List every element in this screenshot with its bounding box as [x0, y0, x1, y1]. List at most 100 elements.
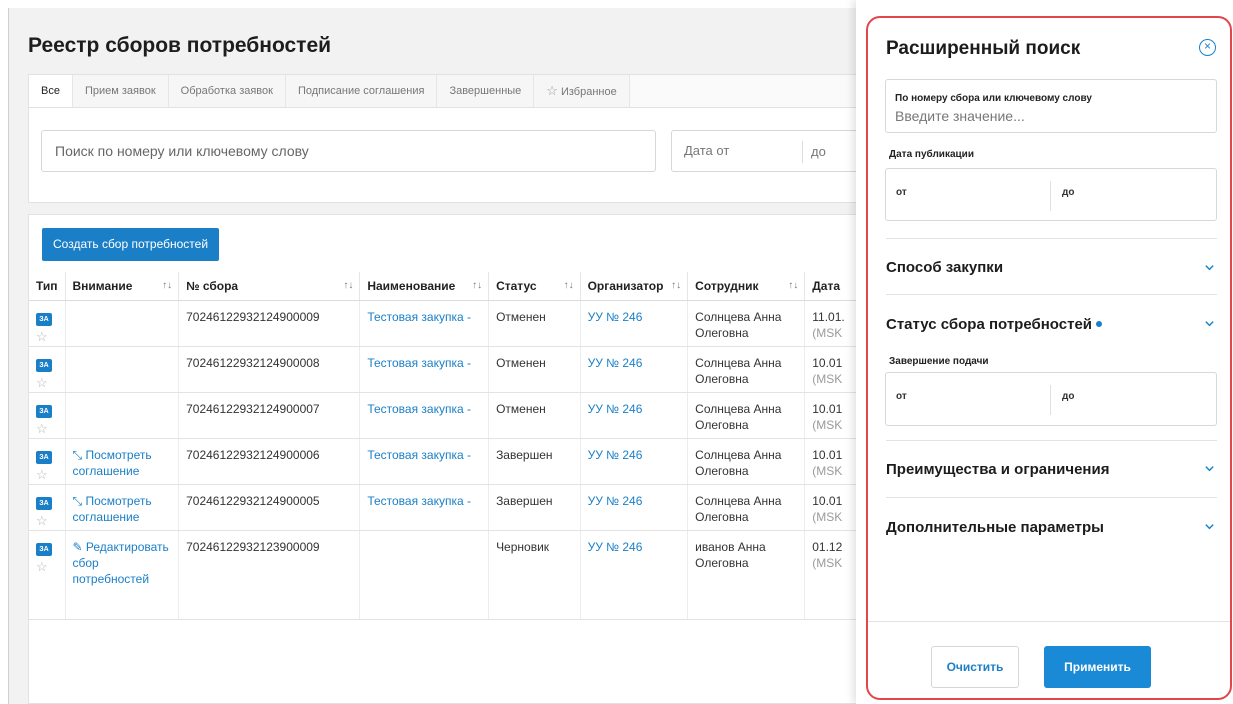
favorite-star-icon[interactable]: ☆ [36, 559, 58, 575]
organizer-link[interactable]: УУ № 246 [580, 346, 689, 393]
attention-icon: ✎ [72, 539, 83, 554]
organizer-link[interactable]: УУ № 246 [580, 530, 689, 620]
tab-favorites[interactable]: ☆ Избранное [534, 75, 630, 107]
tab-completed[interactable]: Завершенные [437, 75, 535, 107]
number-cell: 70246122932124900007 [178, 392, 361, 439]
attention-link[interactable]: ⤡ Посмотреть соглашение [73, 494, 152, 524]
date-value: 10.01 [812, 355, 843, 370]
table-row[interactable]: ЗА ☆ ⤡ Посмотреть соглашение 70246122932124… [29, 438, 865, 485]
status-cell: Черновик [488, 530, 581, 620]
apply-button[interactable]: Применить [1044, 646, 1151, 688]
favorite-star-icon[interactable]: ☆ [36, 513, 58, 529]
name-link[interactable]: Тестовая закупка - [359, 300, 490, 347]
section-extra-params[interactable]: Дополнительные параметры [886, 519, 1104, 536]
favorite-star-icon[interactable]: ☆ [36, 329, 58, 345]
tab-processing[interactable]: Обработка заявок [168, 75, 286, 107]
organizer-link[interactable]: УУ № 246 [580, 300, 689, 347]
attention-cell [65, 346, 180, 393]
search-input[interactable]: Поиск по номеру или ключевому слову [41, 130, 656, 172]
col-name[interactable]: Наименование ↑↓ [359, 272, 490, 301]
date-from-placeholder: Дата от [684, 143, 730, 158]
date-tz: (MSK [812, 509, 843, 524]
favorite-star-icon[interactable]: ☆ [36, 375, 58, 391]
section-collection-status[interactable]: Статус сбора потребностей [886, 316, 1103, 333]
attention-cell: ⤡ Посмотреть соглашение [65, 438, 180, 485]
name-link[interactable]: Тестовая закупка - [359, 438, 490, 485]
clear-button[interactable]: Очистить [931, 646, 1019, 688]
section-purchase-method[interactable]: Способ закупки [886, 259, 1003, 276]
organizer-link[interactable]: УУ № 246 [580, 484, 689, 531]
chevron-down-icon[interactable] [1204, 463, 1215, 474]
deadline-range: от до [885, 372, 1217, 426]
table-row[interactable]: ЗА ☆ 70246122932124900007 Тестовая закупка … [29, 392, 865, 439]
name-link[interactable]: Тестовая закупка - [359, 392, 490, 439]
name-link[interactable]: Тестовая закупка - [359, 484, 490, 531]
chevron-down-icon[interactable] [1204, 262, 1215, 273]
employee-cell: Солнцева Анна Олеговна [687, 346, 806, 393]
employee-cell: Солнцева Анна Олеговна [687, 392, 806, 439]
keyword-input[interactable]: Введите значение... [895, 108, 1025, 124]
sort-icon[interactable]: ↑↓ [788, 280, 798, 291]
table-row[interactable]: ЗА ☆ 70246122932124900009 Тестовая закупка … [29, 300, 865, 347]
table-row[interactable]: ЗА ☆ 70246122932124900008 Тестовая закупка … [29, 346, 865, 393]
date-tz: (MSK [812, 371, 843, 386]
col-attention[interactable]: Внимание ↑↓ [65, 272, 180, 301]
employee-cell: иванов Анна Олеговна [687, 530, 806, 620]
number-cell: 70246122932123900009 [178, 530, 361, 620]
pub-date-from[interactable]: от [896, 187, 907, 198]
sort-icon[interactable]: ↑↓ [343, 280, 353, 291]
keyword-label: По номеру сбора или ключевому слову [895, 93, 1092, 104]
deadline-to[interactable]: до [1062, 391, 1074, 402]
col-number[interactable]: № сбора ↑↓ [178, 272, 361, 301]
attention-icon: ⤡ [72, 447, 83, 462]
date-to-placeholder: до [802, 141, 826, 163]
tabs-bar: Все Прием заявок Обработка заявок Подпис… [28, 74, 866, 107]
organizer-link[interactable]: УУ № 246 [580, 392, 689, 439]
tab-all[interactable]: Все [29, 75, 73, 107]
section-advantages[interactable]: Преимущества и ограничения [886, 461, 1109, 478]
active-filter-dot [1096, 321, 1103, 328]
deadline-label: Завершение подачи [889, 356, 989, 367]
sort-icon[interactable]: ↑↓ [472, 280, 482, 291]
name-link[interactable]: Тестовая закупка - [359, 346, 490, 393]
status-cell: Завершен [488, 438, 581, 485]
table-row[interactable]: ЗА ☆ ✎ Редактировать сбор потребностей 7024… [29, 530, 865, 620]
pub-date-to[interactable]: до [1062, 187, 1074, 198]
type-cell: ЗА ☆ [29, 392, 66, 439]
attention-cell [65, 392, 180, 439]
table-row[interactable]: ЗА ☆ ⤡ Посмотреть соглашение 70246122932124… [29, 484, 865, 531]
attention-cell [65, 300, 180, 347]
sort-icon[interactable]: ↑↓ [162, 280, 172, 291]
chevron-down-icon[interactable] [1204, 318, 1215, 329]
attention-icon: ⤡ [72, 493, 83, 508]
chevron-down-icon[interactable] [1204, 521, 1215, 532]
attention-link[interactable]: ✎ Редактировать сбор потребностей [73, 540, 169, 586]
col-employee[interactable]: Сотрудник ↑↓ [687, 272, 806, 301]
close-icon[interactable]: × [1199, 39, 1216, 56]
sort-icon[interactable]: ↑↓ [671, 280, 681, 291]
type-badge: ЗА [36, 312, 52, 326]
col-status[interactable]: Статус ↑↓ [488, 272, 581, 301]
status-cell: Отменен [488, 346, 581, 393]
tab-receiving[interactable]: Прием заявок [72, 75, 169, 107]
employee-cell: Солнцева Анна Олеговна [687, 300, 806, 347]
name-link[interactable] [359, 530, 490, 620]
type-badge: ЗА [36, 496, 52, 510]
employee-cell: Солнцева Анна Олеговна [687, 438, 806, 485]
attention-link[interactable]: ⤡ Посмотреть соглашение [73, 448, 152, 478]
keyword-field[interactable]: По номеру сбора или ключевому слову Введ… [885, 79, 1217, 133]
favorite-star-icon[interactable]: ☆ [36, 421, 58, 437]
col-organizer[interactable]: Организатор ↑↓ [580, 272, 689, 301]
date-tz: (MSK [812, 417, 843, 432]
tab-signing[interactable]: Подписание соглашения [285, 75, 438, 107]
type-badge: ЗА [36, 404, 52, 418]
deadline-from[interactable]: от [896, 391, 907, 402]
number-cell: 70246122932124900009 [178, 300, 361, 347]
sort-icon[interactable]: ↑↓ [564, 280, 574, 291]
col-type[interactable]: Тип [29, 272, 66, 301]
date-range-input[interactable]: Дата от до [671, 130, 871, 172]
organizer-link[interactable]: УУ № 246 [580, 438, 689, 485]
favorite-star-icon[interactable]: ☆ [36, 467, 58, 483]
type-cell: ЗА ☆ [29, 346, 66, 393]
create-collection-button[interactable]: Создать сбор потребностей [42, 228, 220, 261]
